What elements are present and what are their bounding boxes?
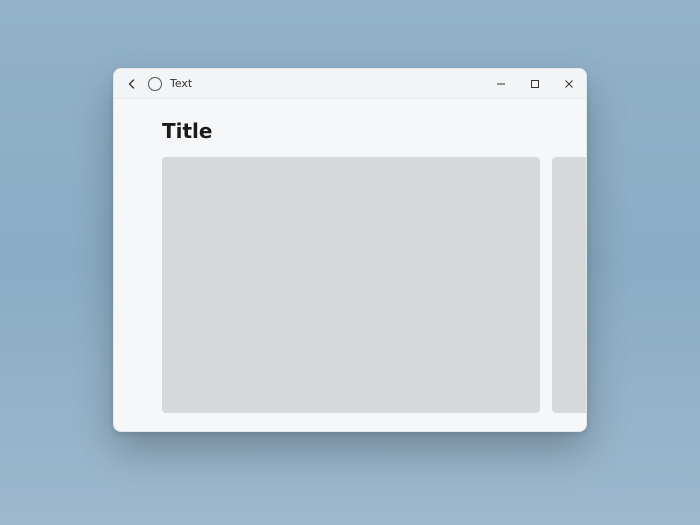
maximize-button[interactable] — [518, 69, 552, 99]
window-title: Text — [170, 77, 192, 90]
close-icon — [564, 79, 574, 89]
app-window: Text Title — [113, 68, 587, 432]
back-button[interactable] — [124, 76, 140, 92]
close-button[interactable] — [552, 69, 586, 99]
app-icon — [148, 77, 162, 91]
content-card-primary[interactable] — [162, 157, 540, 413]
card-row — [162, 157, 586, 413]
titlebar-left-group: Text — [124, 76, 192, 92]
minimize-icon — [496, 79, 506, 89]
titlebar: Text — [114, 69, 586, 99]
maximize-icon — [530, 79, 540, 89]
minimize-button[interactable] — [484, 69, 518, 99]
arrow-left-icon — [126, 78, 138, 90]
content-area: Title — [114, 99, 586, 431]
page-title: Title — [162, 119, 586, 143]
window-controls — [484, 69, 586, 99]
content-card-secondary[interactable] — [552, 157, 586, 413]
